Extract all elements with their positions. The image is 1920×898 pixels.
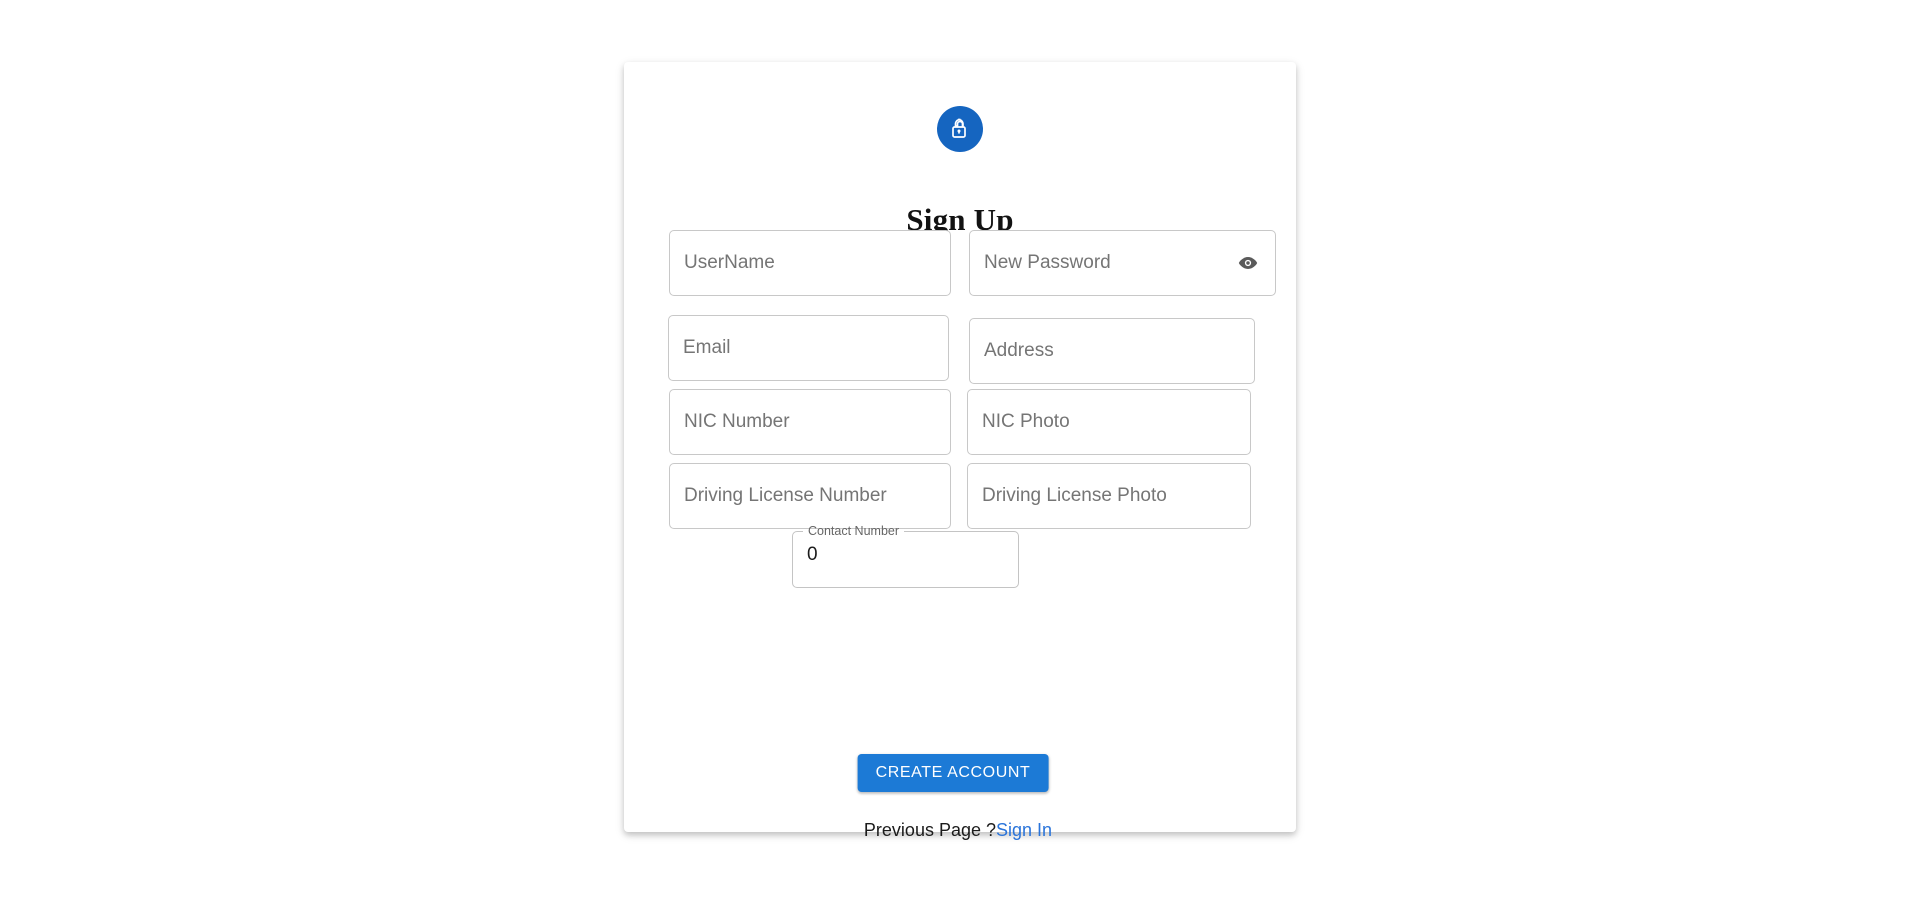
- page-background: Sign Up UserName New Password Email Addr…: [0, 0, 1920, 898]
- sign-in-link[interactable]: Sign In: [996, 820, 1052, 840]
- nic-photo-placeholder: NIC Photo: [982, 411, 1070, 432]
- driving-license-photo-placeholder: Driving License Photo: [982, 485, 1167, 506]
- contact-number-input[interactable]: Contact Number 0: [792, 524, 1019, 588]
- address-placeholder: Address: [984, 340, 1054, 361]
- driving-license-number-placeholder: Driving License Number: [684, 485, 887, 506]
- nic-number-input[interactable]: NIC Number: [669, 389, 951, 455]
- username-input[interactable]: UserName: [669, 230, 951, 296]
- address-input[interactable]: Address: [969, 318, 1255, 384]
- email-input[interactable]: Email: [668, 315, 949, 381]
- new-password-input[interactable]: New Password: [969, 230, 1276, 296]
- nic-photo-input[interactable]: NIC Photo: [967, 389, 1251, 455]
- signup-form: UserName New Password Email Address NIC …: [624, 230, 1296, 650]
- footer: Previous Page ?Sign In: [622, 820, 1294, 841]
- signup-card: Sign Up UserName New Password Email Addr…: [624, 62, 1296, 840]
- eye-icon[interactable]: [1235, 250, 1261, 276]
- driving-license-photo-input[interactable]: Driving License Photo: [967, 463, 1251, 529]
- contact-number-label: Contact Number: [808, 524, 900, 538]
- contact-number-value: 0: [807, 544, 818, 565]
- email-placeholder: Email: [683, 337, 731, 358]
- new-password-placeholder: New Password: [984, 252, 1111, 273]
- open-lock-icon: [937, 106, 983, 152]
- create-account-button[interactable]: CREATE ACCOUNT: [857, 754, 1049, 792]
- previous-page-label: Previous Page ?: [863, 820, 997, 840]
- nic-number-placeholder: NIC Number: [684, 411, 790, 432]
- contact-number-outline: Contact Number: [792, 524, 1019, 588]
- username-placeholder: UserName: [684, 252, 775, 273]
- driving-license-number-input[interactable]: Driving License Number: [669, 463, 951, 529]
